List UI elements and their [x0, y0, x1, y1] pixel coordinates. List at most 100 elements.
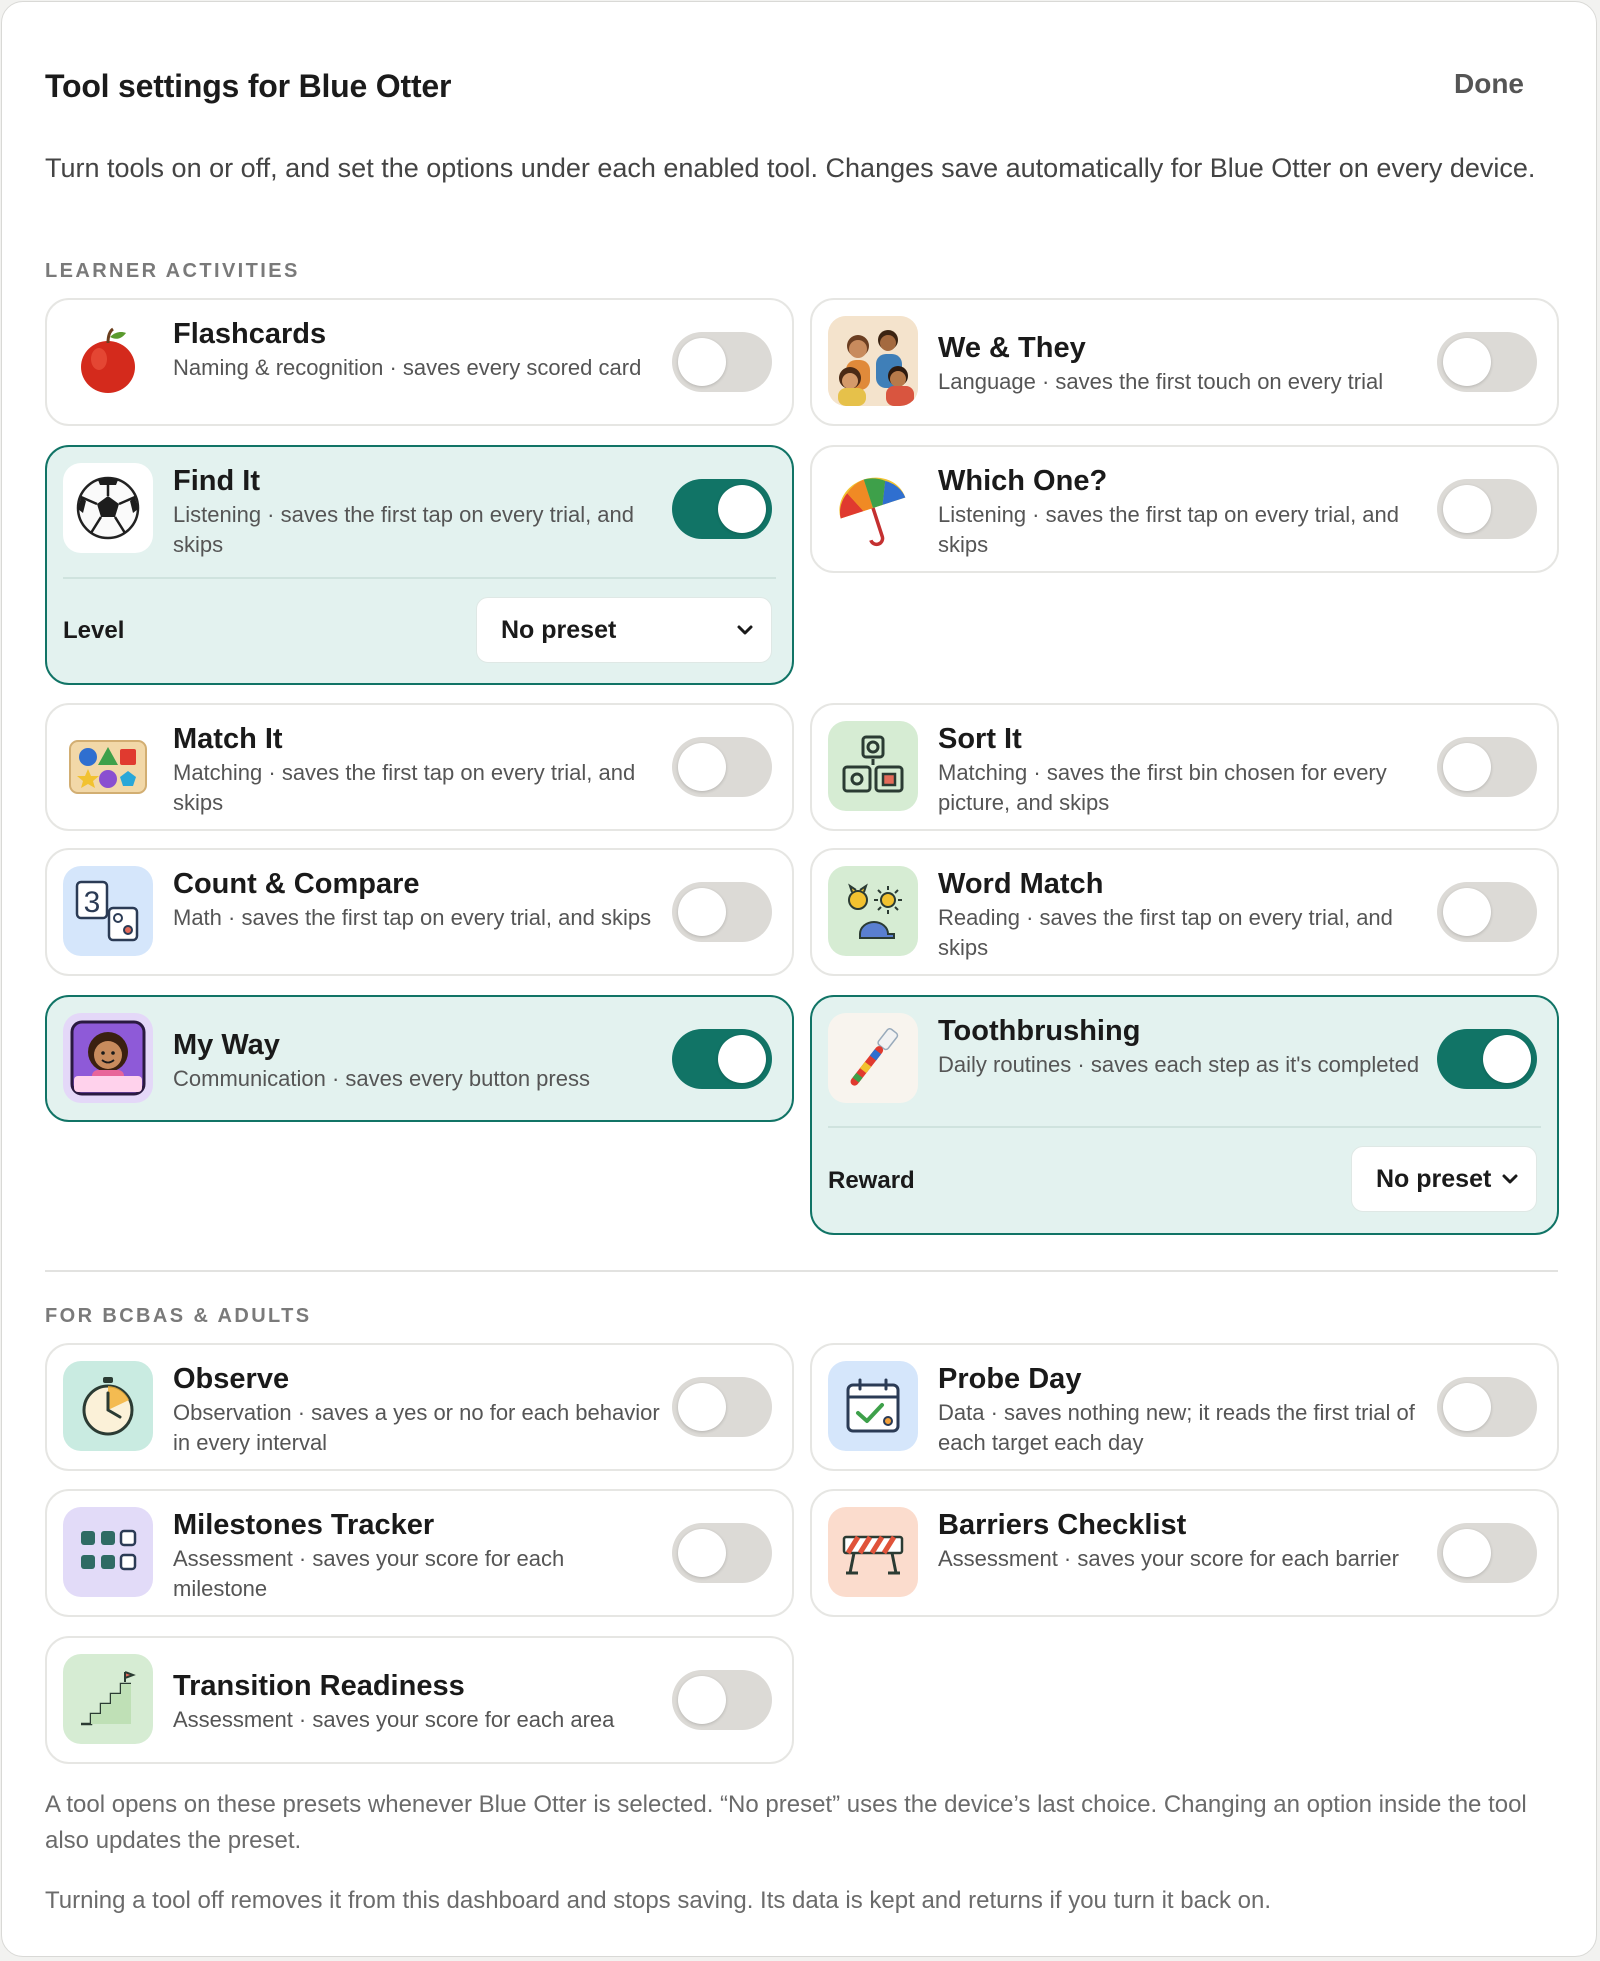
toggle-barriers[interactable] [1437, 1523, 1537, 1583]
header: Tool settings for Blue Otter Done [45, 68, 1524, 108]
tool-desc: Assessment · saves your score for each m… [173, 1546, 565, 1601]
tool-title: Find It [173, 465, 260, 497]
reward-select-value: No preset [1376, 1164, 1492, 1193]
toggle-find-it[interactable] [672, 479, 772, 539]
footer-note-turn-off: Turning a tool off removes it from this … [45, 1887, 1271, 1914]
toggle-my-way[interactable] [672, 1029, 772, 1089]
tool-card-observe: Observe Observation · saves a yes or no … [45, 1343, 794, 1471]
tool-text: Barriers Checklist Assessment · saves yo… [938, 1508, 1427, 1574]
section-label-adults: FOR BCBAS & ADULTS [45, 1305, 312, 1327]
svg-text:3: 3 [84, 886, 101, 919]
toggle-sort-it[interactable] [1437, 737, 1537, 797]
intro-text: Turn tools on or off, and set the option… [45, 153, 1536, 183]
tool-card-which-one: Which One? Listening · saves the first t… [810, 445, 1559, 573]
tool-title: Barriers Checklist [938, 1509, 1187, 1541]
toggle-knob [718, 1035, 766, 1083]
option-divider [828, 1126, 1541, 1128]
stopwatch-icon [63, 1361, 153, 1451]
tool-title: Milestones Tracker [173, 1509, 435, 1541]
tool-card-sort-it: Sort It Matching · saves the first bin c… [810, 703, 1559, 831]
toggle-probe-day[interactable] [1437, 1377, 1537, 1437]
tool-card-we-they: We & They Language · saves the first tou… [810, 298, 1559, 426]
toggle-observe[interactable] [672, 1377, 772, 1437]
tool-desc: Data · saves nothing new; it reads the f… [938, 1400, 1415, 1455]
option-divider [63, 577, 776, 579]
toggle-flashcards[interactable] [672, 332, 772, 392]
tool-desc: Reading · saves the first tap on every t… [938, 905, 1393, 960]
tool-title: Observe [173, 1363, 290, 1395]
level-select[interactable]: No preset [476, 597, 772, 663]
toggle-which-one[interactable] [1437, 479, 1537, 539]
umbrella-icon [828, 463, 918, 553]
chevron-down-icon [737, 625, 753, 635]
tool-desc: Naming & recognition · saves every score… [173, 355, 642, 380]
tool-title: We & They [938, 332, 1086, 364]
tool-title: Match It [173, 723, 283, 755]
tool-text: Find It Listening · saves the first tap … [173, 464, 662, 560]
toggle-knob [1443, 743, 1491, 791]
tool-desc: Matching · saves the first tap on every … [173, 760, 636, 815]
my-way-app-icon [63, 1013, 153, 1103]
tool-card-toothbrushing: Toothbrushing Daily routines · saves eac… [810, 995, 1559, 1235]
tool-settings-panel: Tool settings for Blue Otter Done Turn t… [1, 1, 1597, 1957]
tool-title: Flashcards [173, 318, 327, 350]
toggle-toothbrushing[interactable] [1437, 1029, 1537, 1089]
grid-icon [63, 1507, 153, 1597]
tool-text: Probe Day Data · saves nothing new; it r… [938, 1362, 1427, 1458]
toggle-word-match[interactable] [1437, 882, 1537, 942]
reward-label: Reward [828, 1167, 915, 1194]
level-select-value: No preset [501, 615, 617, 644]
tool-desc: Math · saves the first tap on every tria… [173, 905, 652, 930]
tool-text: Word Match Reading · saves the first tap… [938, 867, 1427, 963]
tool-card-flashcards: Flashcards Naming & recognition · saves … [45, 298, 794, 426]
people-icon [828, 316, 918, 406]
tool-card-barriers: Barriers Checklist Assessment · saves yo… [810, 1489, 1559, 1617]
tool-text: Transition Readiness Assessment · saves … [173, 1669, 662, 1735]
tool-desc: Language · saves the first touch on ever… [938, 369, 1384, 394]
toggle-count-compare[interactable] [672, 882, 772, 942]
tool-text: Flashcards Naming & recognition · saves … [173, 317, 662, 383]
level-label: Level [63, 617, 125, 644]
tool-title: Toothbrushing [938, 1015, 1141, 1047]
tool-text: Sort It Matching · saves the first bin c… [938, 722, 1427, 818]
tool-text: My Way Communication · saves every butto… [173, 1028, 662, 1094]
stairs-icon [63, 1654, 153, 1744]
page-title: Tool settings for Blue Otter [45, 68, 452, 104]
tool-title: My Way [173, 1029, 280, 1061]
number-dice-icon: 3 [63, 866, 153, 956]
tool-text: Milestones Tracker Assessment · saves yo… [173, 1508, 662, 1604]
tool-desc: Matching · saves the first bin chosen fo… [938, 760, 1387, 815]
chevron-down-icon [1502, 1174, 1518, 1184]
section-label-learner: LEARNER ACTIVITIES [45, 260, 300, 282]
barrier-icon [828, 1507, 918, 1597]
toggle-milestones[interactable] [672, 1523, 772, 1583]
toggle-knob [718, 485, 766, 533]
toothbrush-icon [828, 1013, 918, 1103]
tool-card-transition: Transition Readiness Assessment · saves … [45, 1636, 794, 1764]
toggle-knob [1483, 1035, 1531, 1083]
tool-text: Count & Compare Math · saves the first t… [173, 867, 662, 933]
tool-desc: Observation · saves a yes or no for each… [173, 1400, 660, 1455]
tool-desc: Listening · saves the first tap on every… [173, 502, 635, 557]
toggle-knob [1443, 1383, 1491, 1431]
done-button[interactable]: Done [1454, 68, 1524, 100]
tool-card-my-way: My Way Communication · saves every butto… [45, 995, 794, 1122]
tool-card-probe-day: Probe Day Data · saves nothing new; it r… [810, 1343, 1559, 1471]
tool-title: Word Match [938, 868, 1104, 900]
tool-desc: Assessment · saves your score for each b… [938, 1546, 1399, 1571]
toggle-match-it[interactable] [672, 737, 772, 797]
toggle-transition[interactable] [672, 1670, 772, 1730]
toggle-knob [678, 1383, 726, 1431]
tool-text: We & They Language · saves the first tou… [938, 331, 1427, 397]
toggle-knob [678, 888, 726, 936]
sort-bins-icon [828, 721, 918, 811]
apple-icon [63, 316, 153, 406]
reward-select[interactable]: No preset [1351, 1146, 1537, 1212]
tool-card-find-it: Find It Listening · saves the first tap … [45, 445, 794, 685]
tool-text: Which One? Listening · saves the first t… [938, 464, 1427, 560]
tool-text: Observe Observation · saves a yes or no … [173, 1362, 662, 1458]
toggle-knob [1443, 1529, 1491, 1577]
tool-desc: Daily routines · saves each step as it's… [938, 1052, 1420, 1077]
shape-sorter-icon [63, 721, 153, 811]
toggle-we-they[interactable] [1437, 332, 1537, 392]
